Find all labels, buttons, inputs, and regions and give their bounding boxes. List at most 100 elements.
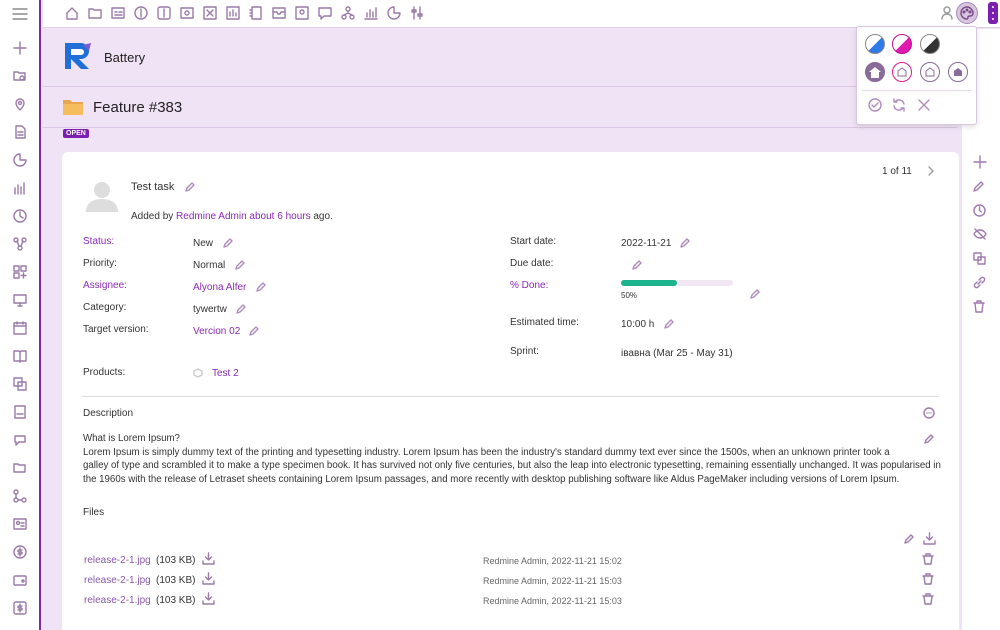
plus-icon[interactable]	[12, 40, 28, 56]
layout-home-solid-icon[interactable]	[948, 62, 968, 82]
inbox-icon[interactable]	[272, 6, 286, 20]
reset-refresh-icon[interactable]	[892, 98, 906, 112]
expense-icon[interactable]	[180, 6, 194, 20]
add-icon[interactable]	[973, 155, 987, 169]
invoice-icon[interactable]	[157, 6, 171, 20]
edit-due-date-icon[interactable]	[632, 260, 642, 270]
edit-target-version-icon[interactable]	[249, 326, 259, 336]
issue-subject: Test task	[131, 181, 175, 193]
product-icon	[193, 368, 203, 378]
contact-card-icon[interactable]	[12, 516, 28, 532]
edit-priority-icon[interactable]	[235, 260, 245, 270]
location-icon[interactable]	[12, 96, 28, 112]
edit-files-icon[interactable]	[904, 534, 914, 544]
project-header: Battery	[43, 29, 957, 87]
dollar-icon[interactable]	[134, 6, 148, 20]
start-date-label: Start date:	[510, 236, 557, 247]
edit-category-icon[interactable]	[236, 304, 246, 314]
edit-assignee-icon[interactable]	[256, 282, 266, 292]
edit-done-icon[interactable]	[750, 289, 760, 299]
download-icon[interactable]	[202, 552, 215, 565]
flow-icon[interactable]	[12, 488, 28, 504]
download-icon[interactable]	[202, 572, 215, 585]
home-icon[interactable]	[65, 6, 79, 20]
project-name[interactable]: Battery	[104, 50, 145, 65]
link-icon[interactable]	[973, 276, 986, 289]
apps-add-icon[interactable]	[12, 264, 28, 280]
chat-icon[interactable]	[12, 432, 28, 448]
time-log-icon[interactable]	[973, 204, 986, 217]
edit-estimated-time-icon[interactable]	[664, 319, 674, 329]
wallet-icon[interactable]	[12, 572, 28, 588]
folder-sync-icon[interactable]	[12, 460, 28, 476]
bar-chart-icon[interactable]	[12, 180, 28, 196]
file-link[interactable]: release-2-1.jpg	[84, 575, 151, 586]
calendar-icon[interactable]	[12, 320, 28, 336]
assignee-value[interactable]: Alyona Alfer	[193, 282, 246, 293]
network-icon[interactable]	[12, 236, 28, 252]
more-menu-button[interactable]	[988, 2, 998, 24]
products-value[interactable]: Test 2	[212, 368, 239, 379]
layout-home-outline-icon[interactable]	[892, 62, 912, 82]
folder-search-icon[interactable]	[12, 68, 28, 84]
document-icon[interactable]	[12, 124, 28, 140]
hierarchy-icon[interactable]	[341, 6, 355, 20]
page-title: Feature #383	[93, 99, 183, 116]
book-icon[interactable]	[12, 348, 28, 364]
clock-icon[interactable]	[12, 208, 28, 224]
edit-subject-icon[interactable]	[185, 182, 195, 192]
chevron-right-icon[interactable]	[927, 166, 935, 176]
comment-icon[interactable]	[923, 407, 935, 419]
notebook-icon[interactable]	[249, 6, 263, 20]
pie-chart-icon[interactable]	[387, 6, 401, 20]
layout-home-filled-icon[interactable]	[865, 62, 885, 82]
folder-icon-top[interactable]	[88, 6, 102, 20]
sprint-value: івавна (Mar 25 - May 31)	[621, 348, 733, 359]
dollar-circle-icon[interactable]	[12, 544, 28, 560]
trash-icon[interactable]	[922, 573, 934, 585]
theme-popup	[856, 26, 977, 125]
stats-icon[interactable]	[364, 6, 378, 20]
wiki-icon[interactable]	[12, 404, 28, 420]
unwatch-icon[interactable]	[973, 228, 987, 240]
popup-divider	[862, 90, 971, 91]
delete-icon[interactable]	[973, 300, 985, 313]
duplicate-icon[interactable]	[973, 252, 986, 265]
menu-icon[interactable]	[12, 7, 28, 21]
confirm-check-icon[interactable]	[868, 98, 882, 112]
user-icon[interactable]	[941, 6, 953, 20]
download-icon[interactable]	[202, 592, 215, 605]
theme-swatch-blue[interactable]	[865, 34, 885, 54]
author-link[interactable]: Redmine Admin	[176, 211, 247, 222]
layout-home-boxed-icon[interactable]	[920, 62, 940, 82]
sliders-icon[interactable]	[410, 6, 424, 20]
target-version-value[interactable]: Vercion 02	[193, 326, 240, 337]
dollar-square-icon[interactable]	[12, 600, 28, 616]
progress-fill	[621, 280, 677, 286]
status-label: Status:	[83, 236, 115, 247]
download-all-icon[interactable]	[923, 532, 936, 545]
file-link[interactable]: release-2-1.jpg	[84, 555, 151, 566]
trash-icon[interactable]	[922, 593, 934, 605]
id-card-icon[interactable]	[111, 6, 125, 20]
user-box-icon[interactable]	[295, 6, 309, 20]
edit-status-icon[interactable]	[223, 238, 233, 248]
monitor-icon[interactable]	[12, 292, 28, 308]
age-link[interactable]: about 6 hours	[249, 211, 310, 222]
cancel-doc-icon[interactable]	[203, 6, 217, 20]
report-icon[interactable]	[226, 6, 240, 20]
theme-swatch-dark[interactable]	[920, 34, 940, 54]
help-chat-icon[interactable]	[318, 6, 332, 20]
copy-icon[interactable]	[12, 376, 28, 392]
added-prefix: Added by	[131, 211, 174, 222]
theme-palette-icon[interactable]	[956, 2, 978, 24]
close-icon[interactable]	[917, 98, 931, 112]
category-label: Category:	[83, 302, 127, 313]
pie-icon[interactable]	[12, 152, 28, 168]
files-heading: Files	[83, 507, 105, 518]
trash-icon[interactable]	[922, 553, 934, 565]
edit-start-date-icon[interactable]	[680, 238, 690, 248]
theme-swatch-magenta[interactable]	[892, 34, 912, 54]
edit-icon[interactable]	[973, 180, 985, 192]
file-link[interactable]: release-2-1.jpg	[84, 595, 151, 606]
